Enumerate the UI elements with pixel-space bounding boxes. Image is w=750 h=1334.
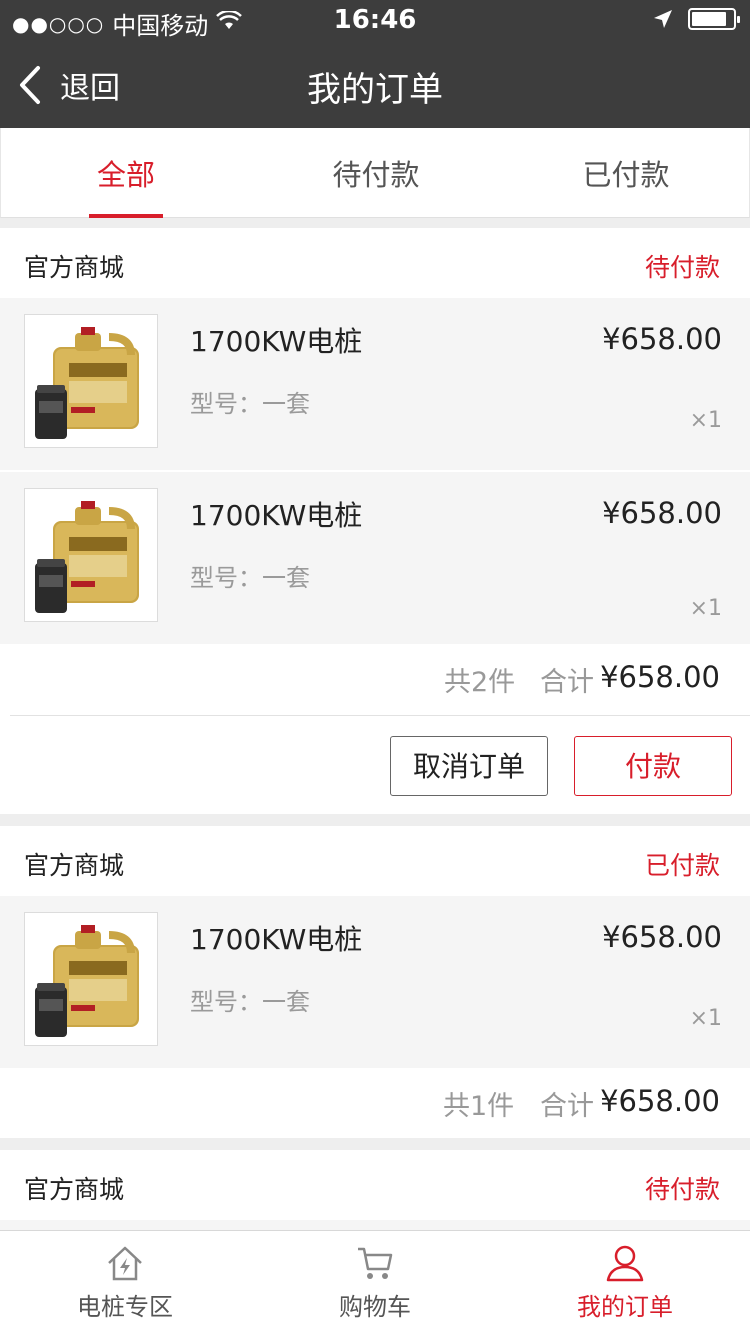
location-arrow-icon: [654, 10, 672, 28]
cart-icon: [358, 1247, 393, 1279]
order-status: 待付款: [644, 1175, 720, 1204]
tab-cart[interactable]: 购物车: [250, 1231, 500, 1334]
nav-bar: 退回 我的订单: [0, 40, 750, 128]
order-item[interactable]: 1700KW电桩 型号：一套 ¥658.00 ×1: [0, 298, 750, 470]
shop-name: 官方商城: [24, 851, 125, 880]
product-price: ¥658.00: [602, 920, 722, 954]
oil-product-image: [35, 327, 139, 439]
tab-my-orders-label: 我的订单: [577, 1293, 673, 1321]
product-image: [24, 488, 158, 622]
total-amount: ¥658.00: [600, 660, 720, 694]
product-name: 1700KW电桩: [190, 499, 363, 532]
order-header: 官方商城 已付款: [0, 826, 750, 896]
active-tab-indicator: [89, 214, 163, 218]
bottom-tab-bar: 电桩专区 购物车 我的订单: [0, 1230, 750, 1334]
tab-pending-label: 待付款: [332, 158, 420, 192]
product-quantity: ×1: [689, 596, 722, 621]
order-header: 官方商城 待付款: [0, 228, 750, 298]
tab-paid[interactable]: 已付款: [501, 128, 750, 218]
tab-cart-label: 购物车: [339, 1293, 411, 1321]
tab-all[interactable]: 全部: [1, 128, 251, 218]
order-summary: 共1件 合计 ¥658.00: [0, 1068, 750, 1138]
divider: [10, 715, 750, 716]
product-name: 1700KW电桩: [190, 325, 363, 358]
order-item: [0, 1220, 750, 1230]
shop-name: 官方商城: [24, 253, 125, 282]
order-card: 官方商城 待付款 1700KW电桩 型号：一套 ¥658.00 ×1 1700K…: [0, 228, 750, 814]
product-quantity: ×1: [689, 408, 722, 433]
order-status: 待付款: [644, 253, 720, 282]
order-status: 已付款: [644, 851, 720, 880]
cancel-order-button[interactable]: 取消订单: [390, 736, 548, 796]
tab-paid-label: 已付款: [582, 158, 670, 192]
order-header: 官方商城 待付款: [0, 1150, 750, 1220]
order-summary: 共2件 合计 ¥658.00: [0, 644, 750, 714]
product-image: [24, 912, 158, 1046]
order-card: 官方商城 待付款: [0, 1150, 750, 1230]
product-spec: 型号：一套: [190, 988, 310, 1016]
home-bolt-icon: [108, 1246, 142, 1281]
total-label: 合计: [540, 1091, 594, 1122]
product-price: ¥658.00: [602, 496, 722, 530]
status-time: 16:46: [333, 5, 417, 35]
product-quantity: ×1: [689, 1006, 722, 1031]
oil-product-image: [35, 925, 139, 1037]
product-spec: 型号：一套: [190, 564, 310, 592]
page-title: 我的订单: [307, 70, 443, 110]
tab-charging-zone[interactable]: 电桩专区: [0, 1231, 250, 1334]
order-item[interactable]: 1700KW电桩 型号：一套 ¥658.00 ×1: [0, 896, 750, 1068]
product-image: [24, 314, 158, 448]
tab-my-orders[interactable]: 我的订单: [500, 1231, 750, 1334]
shop-name: 官方商城: [24, 1175, 125, 1204]
total-label: 合计: [540, 667, 594, 698]
battery-icon: [688, 8, 740, 30]
oil-product-image: [35, 501, 139, 613]
item-count: 共1件: [443, 1091, 515, 1122]
pay-button[interactable]: 付款: [574, 736, 732, 796]
product-price: ¥658.00: [602, 322, 722, 356]
tab-all-label: 全部: [96, 158, 155, 192]
order-card: 官方商城 已付款 1700KW电桩 型号：一套 ¥658.00 ×1 共1件 合…: [0, 826, 750, 1138]
item-count: 共2件: [444, 667, 516, 698]
product-spec: 型号：一套: [190, 390, 310, 418]
product-name: 1700KW电桩: [190, 923, 363, 956]
status-bar: ●●○○○ 中国移动 16:46: [0, 0, 750, 40]
top-bar: ●●○○○ 中国移动 16:46 退回 我的订单: [0, 0, 750, 128]
order-filter-tabs: 全部 待付款 已付款: [0, 128, 750, 218]
tab-pending-payment[interactable]: 待付款: [251, 128, 501, 218]
user-icon: [606, 1245, 644, 1282]
total-amount: ¥658.00: [600, 1084, 720, 1118]
tab-charging-zone-label: 电桩专区: [77, 1293, 173, 1321]
order-item[interactable]: 1700KW电桩 型号：一套 ¥658.00 ×1: [0, 472, 750, 644]
